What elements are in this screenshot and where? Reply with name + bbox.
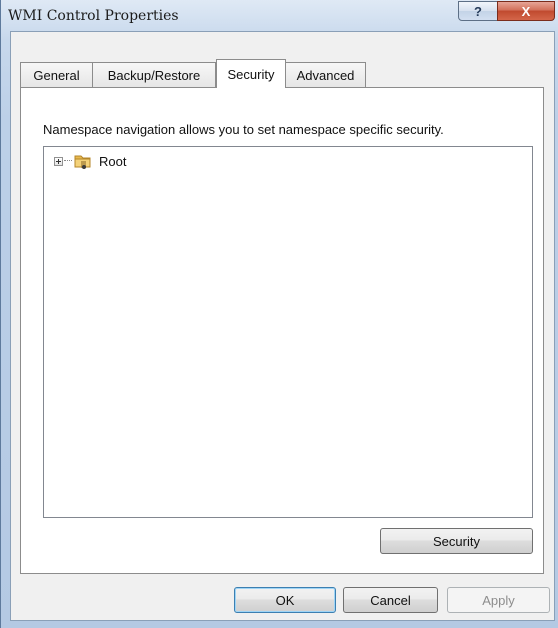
button-label: OK — [275, 592, 295, 608]
cancel-button[interactable]: Cancel — [343, 587, 438, 613]
tab-label: Backup/Restore — [107, 67, 201, 83]
tree-item-root[interactable]: Root — [54, 151, 126, 171]
tree-item-label: Root — [99, 153, 127, 169]
folder-icon — [74, 155, 91, 169]
tab-backup-restore[interactable]: Backup/Restore — [92, 62, 216, 87]
tab-label: General — [33, 67, 80, 83]
close-button[interactable]: X — [497, 1, 555, 21]
dialog-window: WMI Control Properties ? X General Backu… — [0, 0, 558, 628]
namespace-description: Namespace navigation allows you to set n… — [43, 122, 444, 137]
tree-connector — [64, 160, 72, 162]
tab-label: Advanced — [296, 67, 355, 83]
button-label: Apply — [482, 592, 515, 608]
close-icon: X — [521, 3, 531, 19]
apply-button[interactable]: Apply — [447, 587, 550, 613]
tab-security[interactable]: Security — [216, 59, 286, 88]
namespace-tree[interactable]: Root — [43, 146, 533, 518]
button-label: Cancel — [370, 592, 411, 608]
security-button[interactable]: Security — [380, 528, 533, 554]
help-button[interactable]: ? — [458, 1, 498, 21]
window-title: WMI Control Properties — [8, 8, 179, 24]
expand-icon[interactable] — [54, 156, 63, 166]
tab-advanced[interactable]: Advanced — [285, 62, 366, 87]
help-icon: ? — [474, 3, 482, 19]
title-bar[interactable]: WMI Control Properties ? X — [1, 0, 558, 30]
tab-general[interactable]: General — [20, 62, 93, 87]
button-label: Security — [433, 533, 480, 549]
tab-label: Security — [227, 66, 275, 82]
ok-button[interactable]: OK — [234, 587, 336, 613]
